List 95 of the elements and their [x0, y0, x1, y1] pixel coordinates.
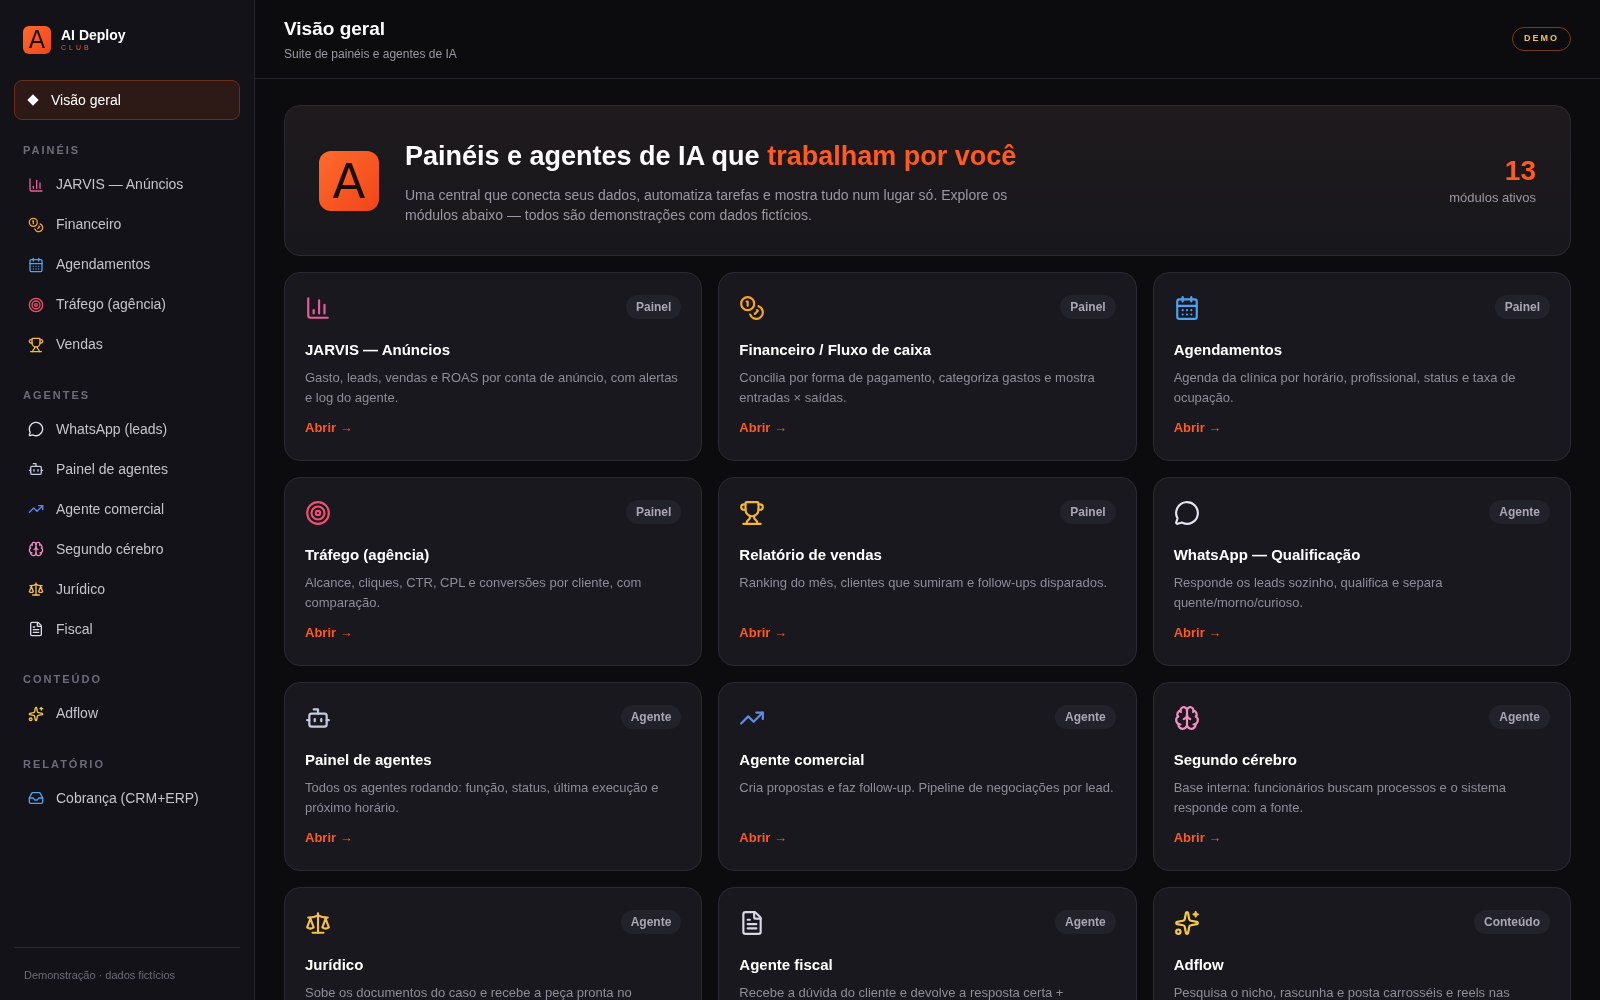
- category-tag: Painel: [625, 500, 682, 524]
- module-description: Cria propostas e faz follow-up. Pipeline de negociações por lead.: [739, 778, 1115, 797]
- category-tag: Agente: [1055, 910, 1116, 934]
- category-tag: Painel: [1494, 295, 1550, 319]
- section-heading: AGENTES: [22, 387, 92, 403]
- footer-note: Demonstração · dados fictícios: [24, 969, 175, 981]
- hero-headline: Painéis e agentes de IA que trabalham por você: [405, 140, 1018, 174]
- category-tag: Agente: [1489, 500, 1550, 524]
- speech-bubble-icon: [1173, 500, 1200, 526]
- target-icon: [305, 500, 331, 526]
- module-title: Segundo cérebro: [1173, 750, 1298, 770]
- module-description: Alcance, cliques, CTR, CPL e conversões por cliente, com comparação.: [305, 573, 643, 612]
- open-link[interactable]: Abrir →: [1173, 417, 1222, 437]
- speech-bubble-icon: [28, 421, 44, 437]
- category-tag: Agente: [620, 910, 682, 934]
- open-link[interactable]: Abrir →: [305, 827, 353, 847]
- module-count-label: módulos ativos: [1449, 189, 1536, 208]
- category-tag: Agente: [1055, 705, 1116, 729]
- open-link[interactable]: Abrir →: [739, 417, 787, 437]
- nav-item[interactable]: Jurídico: [14, 569, 240, 609]
- sparkles-icon: [28, 705, 44, 722]
- category-tag: Agente: [1489, 705, 1550, 729]
- category-tag: Painel: [1060, 295, 1116, 319]
- document-icon: [28, 621, 44, 637]
- chart-icon: [28, 176, 44, 193]
- module-title: Relatório de vendas: [739, 545, 883, 565]
- nav-item[interactable]: Vendas: [14, 324, 240, 365]
- open-link[interactable]: Abrir →: [305, 622, 353, 642]
- scales-icon: [305, 910, 331, 936]
- nav-item[interactable]: Agendamentos: [14, 244, 240, 285]
- open-link[interactable]: Abrir →: [739, 827, 787, 847]
- open-link[interactable]: Abrir →: [305, 417, 353, 437]
- coins-icon: [739, 295, 766, 321]
- trophy-icon: [739, 500, 766, 526]
- module-description: Base interna: funcionários buscam processos e o sistema responde com a fonte.: [1173, 778, 1508, 817]
- category-tag: Conteúdo: [1474, 910, 1550, 934]
- chart-icon: [305, 295, 331, 321]
- robot-icon: [305, 705, 331, 731]
- module-description: Recebe a dúvida do cliente e devolve a resposta certa +: [739, 983, 1065, 1000]
- module-title: Agente fiscal: [739, 955, 834, 975]
- logo-mark: A: [319, 150, 379, 211]
- module-description: Responde os leads sozinho, qualifica e separa quente/morno/curioso.: [1173, 573, 1444, 612]
- module-description: Ranking do mês, clientes que sumiram e follow-ups disparados.: [739, 573, 1109, 592]
- module-title: WhatsApp — Qualificação: [1173, 545, 1362, 565]
- brain-icon: [28, 541, 44, 557]
- module-title: Jurídico: [305, 955, 365, 975]
- nav-item[interactable]: Segundo cérebro: [14, 529, 240, 569]
- nav-item[interactable]: Painel de agentes: [14, 449, 240, 489]
- brand-name: AI Deploy: [61, 26, 126, 45]
- nav-item[interactable]: JARVIS — Anúncios: [14, 164, 240, 205]
- section-heading: PAINÉIS: [22, 143, 82, 158]
- module-description: Concilia por forma de pagamento, categoriza gastos e mostra entradas × saídas.: [739, 368, 1096, 407]
- module-title: Tráfego (agência): [305, 545, 431, 565]
- target-icon: [28, 296, 44, 313]
- robot-icon: [28, 461, 44, 477]
- module-title: Painel de agentes: [305, 750, 433, 770]
- module-description: Todos os agentes rodando: função, status, última execução e próximo horário.: [305, 778, 660, 817]
- category-tag: Painel: [625, 295, 682, 319]
- page-title: Visão geral: [284, 16, 387, 41]
- module-title: Agente comercial: [739, 750, 866, 770]
- nav-item[interactable]: Agente comercial: [14, 489, 240, 529]
- category-tag: Painel: [1060, 500, 1116, 524]
- calendar-icon: [28, 256, 44, 273]
- section-heading: RELATÓRIO: [22, 756, 106, 772]
- module-title: Agendamentos: [1173, 340, 1283, 360]
- nav-item[interactable]: Visão geral: [14, 80, 240, 120]
- module-count: 13: [1504, 154, 1536, 189]
- module-description: Pesquisa o nicho, rascunha e posta carrosséis e reels nas: [1173, 983, 1511, 1000]
- module-description: Sobe os documentos do caso e recebe a peça pronta no: [305, 983, 633, 1000]
- sparkles-icon: [1173, 910, 1200, 936]
- nav-item[interactable]: Financeiro: [14, 204, 240, 245]
- coins-icon: [28, 216, 44, 233]
- nav-item[interactable]: Adflow: [14, 693, 240, 734]
- calendar-icon: [1173, 295, 1200, 321]
- logo-mark: A: [23, 26, 51, 54]
- open-link[interactable]: Abrir →: [1173, 622, 1222, 642]
- page-subtitle: Suite de painéis e agentes de IA: [284, 46, 457, 64]
- hero-description: Uma central que conecta seus dados, automatiza tarefas e mostra tudo num lugar só. Explore os módulos abaixo — todos são demonstrações com dados fictícios.: [405, 185, 1009, 225]
- open-link[interactable]: Abrir →: [1173, 827, 1222, 847]
- trophy-icon: [28, 336, 44, 353]
- scales-icon: [28, 581, 44, 597]
- module-title: Adflow: [1173, 955, 1225, 975]
- open-link[interactable]: Abrir →: [739, 622, 787, 642]
- module-title: Financeiro / Fluxo de caixa: [739, 340, 933, 360]
- module-description: Agenda da clínica por horário, profissional, status e taxa de ocupação.: [1173, 368, 1517, 407]
- nav-item[interactable]: Tráfego (agência): [14, 284, 240, 325]
- section-heading: CONTEÚDO: [22, 672, 103, 687]
- category-tag: Agente: [620, 705, 682, 729]
- module-title: JARVIS — Anúncios: [305, 340, 452, 360]
- nav-item[interactable]: Fiscal: [14, 609, 240, 649]
- inbox-icon: [28, 790, 44, 806]
- nav-item[interactable]: WhatsApp (leads): [14, 409, 240, 449]
- nav-item[interactable]: Cobrança (CRM+ERP): [14, 778, 240, 818]
- brain-icon: [1173, 705, 1200, 731]
- module-description: Gasto, leads, vendas e ROAS por conta de anúncio, com alertas e log do agente.: [305, 368, 679, 407]
